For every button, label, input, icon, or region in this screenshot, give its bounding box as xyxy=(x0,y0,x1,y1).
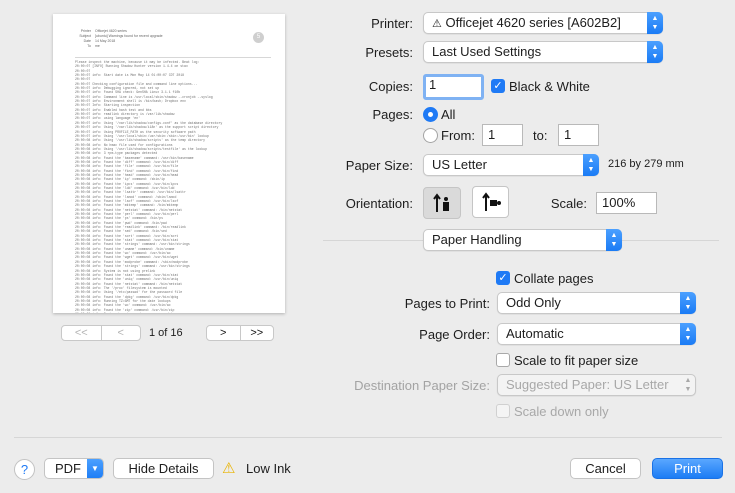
scale-to-fit-label: Scale to fit paper size xyxy=(514,353,639,368)
last-page-button[interactable]: >> xyxy=(239,326,274,340)
preview-text-line: 20:00:08 info: System is using package m… xyxy=(75,312,271,313)
page-nav-back-group: << < xyxy=(61,325,141,341)
scale-to-fit-checkbox[interactable] xyxy=(496,353,510,367)
paper-size-value: US Letter xyxy=(432,157,487,172)
destination-paper-size-value: Suggested Paper: US Letter xyxy=(506,377,669,392)
pages-all-radio[interactable] xyxy=(423,107,438,122)
collate-checkbox[interactable]: ✓ xyxy=(496,271,510,285)
orientation-label: Orientation: xyxy=(345,196,413,211)
black-white-checkbox[interactable]: ✓ xyxy=(491,79,505,93)
preview-header: Printer Officejet 4620 series Subject [ubun… xyxy=(75,29,265,49)
preview-header-value: me xyxy=(95,44,100,48)
cancel-button[interactable]: Cancel xyxy=(570,458,641,479)
printer-warning-icon: ⚠ xyxy=(432,18,442,30)
copies-label: Copies: xyxy=(368,79,413,94)
to-label: to: xyxy=(533,128,548,143)
printer-label: Printer: xyxy=(371,16,413,31)
first-page-button[interactable]: << xyxy=(62,326,101,340)
section-popup[interactable]: Paper Handling ▲ ▼ xyxy=(423,229,622,251)
next-page-button[interactable]: > xyxy=(207,326,240,340)
preview-badge: 5 xyxy=(253,32,264,43)
copies-field[interactable]: 1 xyxy=(423,74,484,100)
from-label: From: xyxy=(441,128,475,143)
collate-label: Collate pages xyxy=(514,271,594,286)
paper-size-label: Paper Size: xyxy=(345,158,413,173)
pdf-label: PDF xyxy=(55,461,81,476)
low-ink-label: Low Ink xyxy=(246,461,291,476)
chevron-updown-icon: ▲ ▼ xyxy=(606,229,622,251)
from-field[interactable]: 1 xyxy=(482,124,523,146)
page-preview: Printer Officejet 4620 series Subject [ubun… xyxy=(53,14,285,313)
paper-size-popup[interactable]: US Letter ▲ ▼ xyxy=(423,154,599,176)
pages-label: Pages: xyxy=(372,107,413,122)
landscape-icon xyxy=(481,192,501,211)
portrait-icon xyxy=(433,193,449,212)
scale-down-only-checkbox[interactable] xyxy=(496,404,510,418)
pages-all-label: All xyxy=(441,107,456,122)
presets-label: Presets: xyxy=(365,45,413,60)
presets-value: Last Used Settings xyxy=(432,44,542,59)
pages-to-print-label: Pages to Print: xyxy=(404,296,490,311)
chevron-updown-icon: ▲ ▼ xyxy=(680,323,696,345)
section-value: Paper Handling xyxy=(432,232,522,247)
scale-field[interactable]: 100% xyxy=(596,192,657,214)
landscape-orientation-button[interactable] xyxy=(472,186,509,218)
to-field[interactable]: 1 xyxy=(558,124,599,146)
paper-dimensions: 216 by 279 mm xyxy=(608,158,684,170)
preview-divider xyxy=(75,57,271,58)
page-order-popup[interactable]: Automatic ▲ ▼ xyxy=(497,323,696,345)
chevron-updown-icon: ▲ ▼ xyxy=(647,41,663,63)
pages-to-print-popup[interactable]: Odd Only ▲ ▼ xyxy=(497,292,696,314)
footer-separator xyxy=(14,437,722,438)
chevron-updown-icon: ▲ ▼ xyxy=(680,292,696,314)
page-order-label: Page Order: xyxy=(419,327,490,342)
pages-to-print-value: Odd Only xyxy=(506,295,561,310)
scale-label: Scale: xyxy=(550,196,587,211)
printer-popup[interactable]: ⚠ Officejet 4620 series [A602B2] ▲ ▼ xyxy=(423,12,663,34)
pdf-menu-button[interactable]: PDF ▼ xyxy=(44,458,104,479)
previous-page-button[interactable]: < xyxy=(100,326,141,340)
chevron-updown-icon: ▲ ▼ xyxy=(647,12,663,34)
warning-icon: ⚠ xyxy=(222,460,236,477)
scale-down-only-label: Scale down only xyxy=(514,404,609,419)
page-count: 1 of 16 xyxy=(149,327,183,339)
presets-popup[interactable]: Last Used Settings ▲ ▼ xyxy=(423,41,663,63)
black-white-label: Black & White xyxy=(509,79,590,94)
page-order-value: Automatic xyxy=(506,326,564,341)
chevron-down-icon: ▼ xyxy=(87,459,103,478)
portrait-orientation-button[interactable] xyxy=(423,187,461,219)
printer-value: Officejet 4620 series [A602B2] xyxy=(445,15,621,30)
chevron-updown-icon: ▲ ▼ xyxy=(583,154,599,176)
preview-header-key: To xyxy=(87,44,91,48)
page-nav-forward-group: > >> xyxy=(206,325,274,341)
hide-details-button[interactable]: Hide Details xyxy=(113,458,214,479)
destination-paper-size-popup[interactable]: Suggested Paper: US Letter ▲ ▼ xyxy=(497,374,696,396)
destination-paper-size-label: Destination Paper Size: xyxy=(354,378,490,393)
pages-range-radio[interactable] xyxy=(423,128,438,143)
print-button[interactable]: Print xyxy=(652,458,723,479)
chevron-updown-icon: ▲ ▼ xyxy=(684,377,692,393)
preview-body: Please inspect the machine, because it m… xyxy=(75,60,271,313)
preview-header-row: To me xyxy=(75,44,265,49)
help-button[interactable]: ? xyxy=(14,459,35,480)
